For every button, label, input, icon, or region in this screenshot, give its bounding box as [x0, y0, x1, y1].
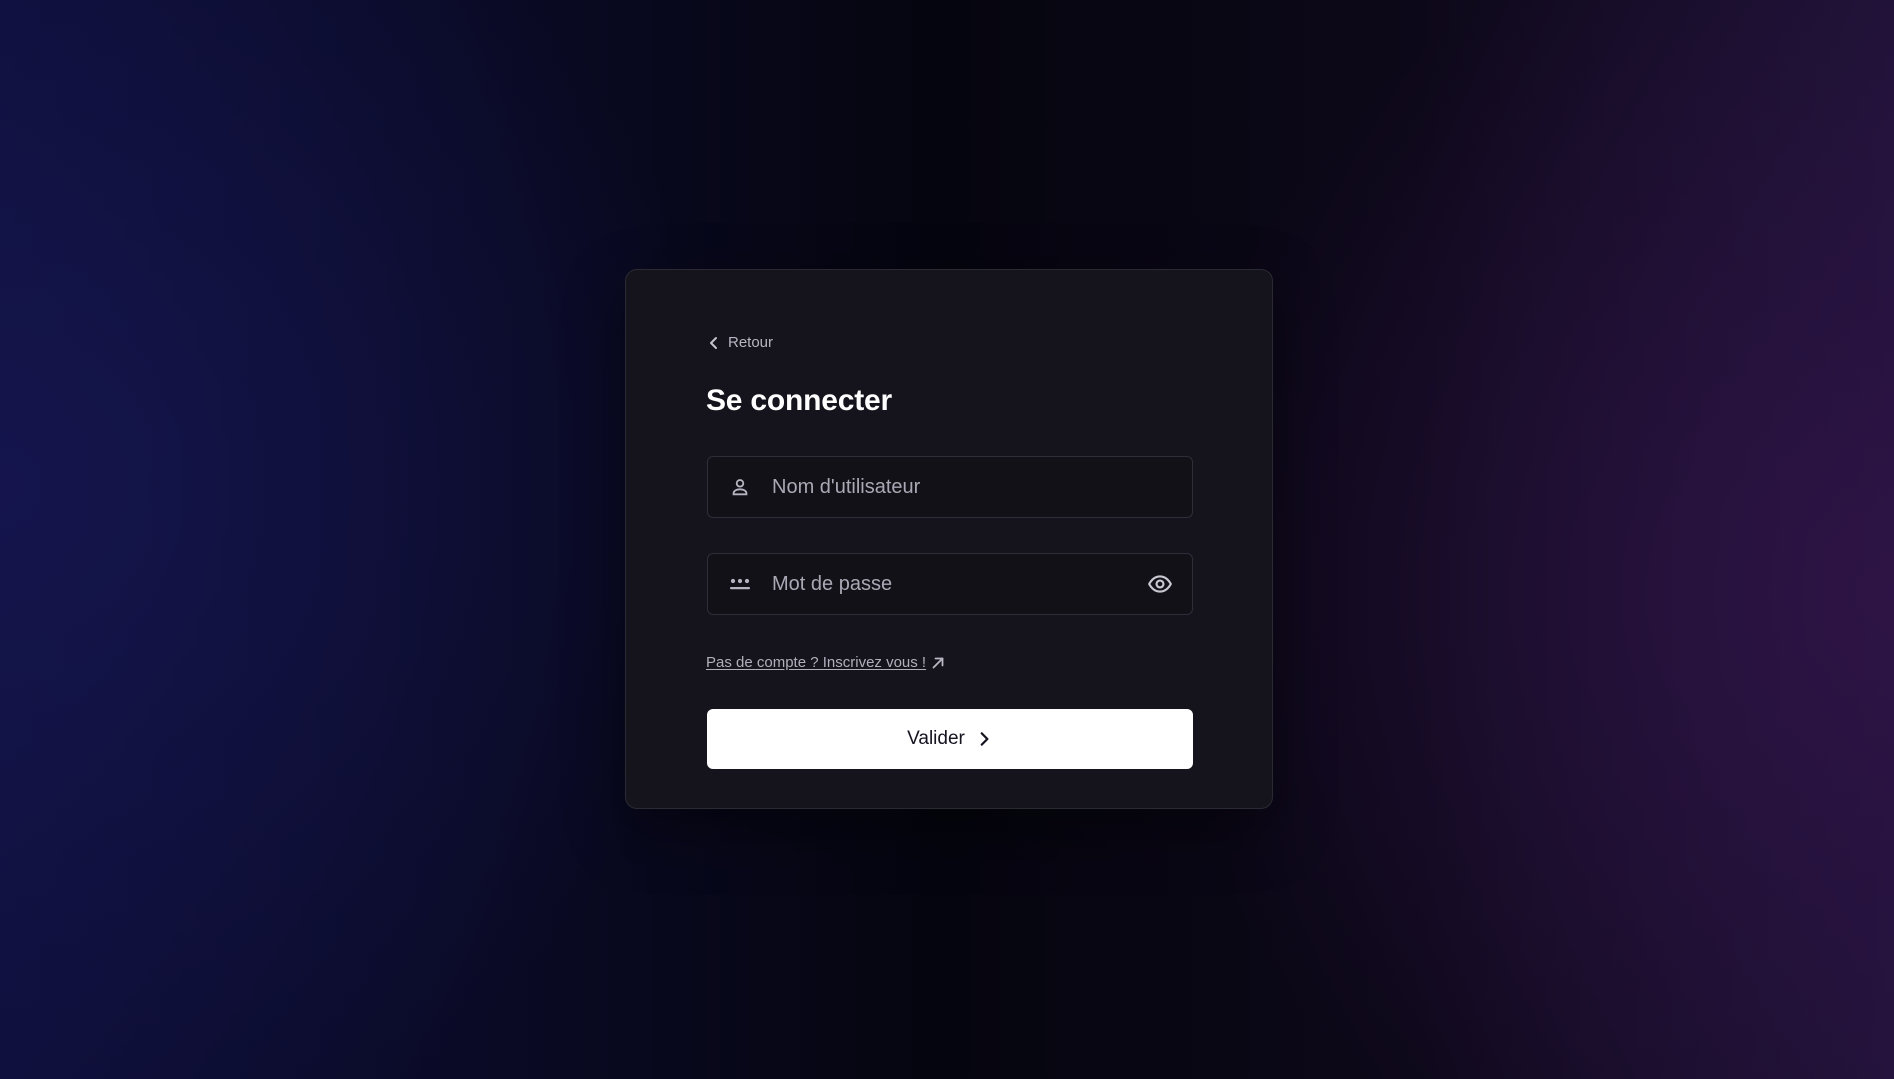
page-title: Se connecter: [706, 384, 893, 417]
eye-icon[interactable]: [1146, 570, 1174, 598]
user-icon: [728, 475, 752, 499]
username-input[interactable]: [772, 457, 1132, 517]
login-card: Retour Se connecter Pas de compte ? Insc…: [625, 269, 1273, 809]
chevron-left-icon: [706, 335, 722, 351]
back-link[interactable]: Retour: [706, 334, 773, 351]
password-field[interactable]: [707, 553, 1193, 615]
signup-link-label: Pas de compte ? Inscrivez vous !: [706, 654, 927, 671]
back-label: Retour: [728, 334, 774, 351]
username-field[interactable]: [707, 456, 1193, 518]
submit-label: Valider: [907, 728, 965, 749]
signup-link[interactable]: Pas de compte ? Inscrivez vous !: [706, 654, 946, 671]
external-arrow-icon: [930, 655, 946, 671]
password-dots-icon: [728, 572, 752, 596]
chevron-right-icon: [975, 730, 993, 748]
password-input[interactable]: [772, 554, 1132, 614]
submit-button[interactable]: Valider: [707, 709, 1193, 769]
